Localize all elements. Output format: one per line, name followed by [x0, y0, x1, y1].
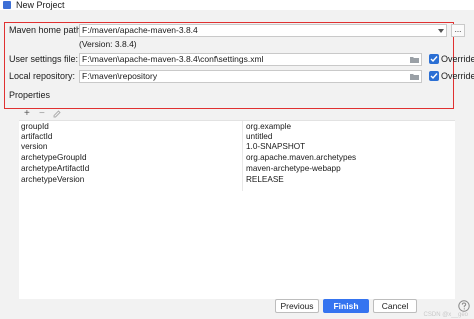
user-settings-override-label: Override [441, 54, 474, 64]
table-row[interactable]: groupId org.example [19, 122, 455, 132]
table-row[interactable]: archetypeGroupId org.apache.maven.archet… [19, 153, 455, 163]
maven-home-label: Maven home path: [9, 25, 84, 35]
local-repository-override-checkbox[interactable] [429, 71, 439, 81]
maven-home-dropdown[interactable]: F:/maven/apache-maven-3.8.4 [79, 24, 447, 37]
folder-icon[interactable] [410, 73, 419, 80]
new-project-dialog: Maven home path: F:/maven/apache-maven-3… [0, 10, 474, 319]
property-key: artifactId [21, 132, 53, 141]
folder-icon[interactable] [410, 56, 419, 63]
local-repository-override-label: Override [441, 71, 474, 81]
property-key: groupId [21, 122, 49, 131]
property-key: archetypeArtifactId [21, 164, 90, 173]
window-title: New Project [16, 0, 65, 10]
maven-version-text: (Version: 3.8.4) [79, 39, 137, 49]
user-settings-value: F:\maven\apache-maven-3.8.4\conf\setting… [82, 54, 264, 64]
help-icon[interactable] [458, 300, 470, 312]
checkmark-icon [430, 73, 438, 80]
property-key: archetypeGroupId [21, 153, 87, 162]
property-value[interactable]: untitled [246, 132, 272, 142]
watermark: CSDN @x__geo [423, 312, 468, 318]
app-icon [3, 1, 11, 9]
remove-icon[interactable]: − [39, 108, 45, 119]
user-settings-field[interactable]: F:\maven\apache-maven-3.8.4\conf\setting… [79, 53, 422, 66]
maven-home-value: F:/maven/apache-maven-3.8.4 [82, 25, 198, 35]
table-row[interactable]: archetypeVersion RELEASE [19, 175, 455, 185]
cancel-button[interactable]: Cancel [373, 299, 417, 313]
add-icon[interactable]: + [24, 108, 30, 119]
table-row[interactable]: artifactId untitled [19, 132, 455, 142]
user-settings-override-checkbox[interactable] [429, 54, 439, 64]
checkmark-icon [430, 56, 438, 63]
table-row[interactable]: version 1.0-SNAPSHOT [19, 142, 455, 152]
property-key: version [21, 142, 48, 151]
finish-button[interactable]: Finish [323, 299, 369, 313]
user-settings-label: User settings file: [9, 54, 79, 64]
property-value[interactable]: org.example [246, 122, 291, 132]
local-repository-label: Local repository: [9, 71, 76, 81]
title-bar: New Project [0, 0, 474, 10]
previous-button[interactable]: Previous [275, 299, 319, 313]
local-repository-value: F:\maven\repository [82, 71, 158, 81]
property-value[interactable]: org.apache.maven.archetypes [246, 153, 356, 163]
property-key: archetypeVersion [21, 175, 85, 184]
edit-icon[interactable] [53, 110, 61, 118]
chevron-down-icon[interactable] [436, 25, 446, 36]
table-row[interactable]: archetypeArtifactId maven-archetype-weba… [19, 164, 455, 174]
properties-table: groupId org.example artifactId untitled … [19, 120, 455, 299]
property-value[interactable]: maven-archetype-webapp [246, 164, 341, 174]
properties-label: Properties [9, 90, 51, 100]
property-value[interactable]: 1.0-SNAPSHOT [246, 142, 305, 152]
maven-home-browse-button[interactable]: ... [451, 24, 465, 37]
local-repository-field[interactable]: F:\maven\repository [79, 70, 422, 83]
property-value[interactable]: RELEASE [246, 175, 284, 185]
